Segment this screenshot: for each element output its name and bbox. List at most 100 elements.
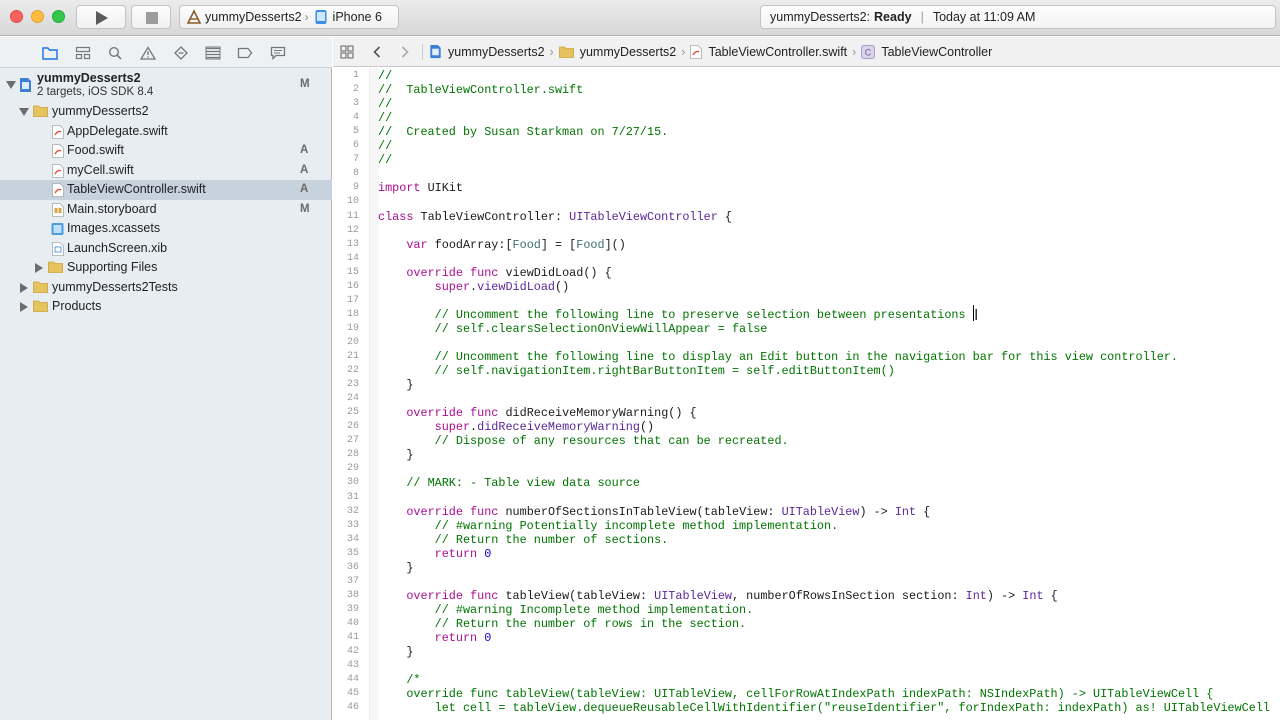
test-diamond-icon[interactable] (172, 44, 190, 62)
breadcrumb-file[interactable]: TableViewController.swift (690, 45, 847, 59)
warning-icon[interactable] (139, 44, 157, 62)
forward-arrow-icon[interactable] (394, 41, 416, 63)
code-line[interactable]: return 0 (378, 631, 492, 645)
device-icon (313, 9, 329, 25)
code-token: TableViewController: (413, 209, 570, 224)
file-row[interactable]: Main.storyboard M (0, 200, 332, 220)
code-line[interactable]: import UIKit (378, 181, 463, 195)
code-token: 0 (484, 631, 492, 645)
group-row[interactable]: Products (0, 297, 332, 317)
file-row[interactable]: Food.swift A (0, 141, 332, 161)
breadcrumb-label: yummyDesserts2 (448, 44, 545, 59)
code-line[interactable]: // (378, 69, 392, 83)
code-line[interactable]: // (378, 111, 392, 125)
code-token: } (378, 560, 414, 575)
code-token: return (434, 546, 478, 561)
code-line[interactable]: // Created by Susan Starkman on 7/27/15. (378, 125, 668, 139)
scheme-selector[interactable]: yummyDesserts2 › iPhone 6 (179, 5, 399, 29)
code-token: class (378, 209, 414, 224)
file-row[interactable]: myCell.swift A (0, 161, 332, 181)
code-line[interactable]: return 0 (378, 546, 492, 561)
code-line[interactable]: class TableViewController: UITableViewCo… (378, 210, 732, 224)
folder-icon (33, 300, 48, 312)
line-number: 17 (346, 294, 359, 306)
file-row[interactable]: Images.xcassets (0, 219, 332, 239)
code-line[interactable]: override func tableView(tableView: UITab… (378, 687, 1213, 701)
close-window-button[interactable] (10, 10, 23, 23)
code-line[interactable]: // #warning Potentially incomplete metho… (378, 519, 839, 533)
disclosure-open-icon[interactable] (6, 81, 16, 89)
group-row[interactable]: Supporting Files (0, 258, 332, 278)
related-items-grid-icon[interactable] (336, 41, 358, 63)
code-line[interactable]: var foodArray:[Food] = [Food]() (378, 238, 626, 252)
folder-navigator-icon[interactable] (41, 44, 59, 62)
file-row-selected[interactable]: TableViewController.swift A (0, 180, 332, 200)
code-line[interactable]: // Return the number of rows in the sect… (378, 617, 747, 631)
code-line[interactable]: // (378, 97, 392, 111)
code-line[interactable]: // MARK: - Table view data source (378, 476, 640, 490)
back-arrow-icon[interactable] (366, 41, 388, 63)
xcodeproj-icon (20, 78, 31, 92)
breadcrumb-group[interactable]: yummyDesserts2 (558, 45, 676, 59)
code-line[interactable]: } (378, 561, 413, 575)
disclosure-closed-icon[interactable] (35, 263, 43, 273)
report-bubble-icon[interactable] (269, 44, 287, 62)
code-line[interactable]: super.viewDidLoad() (378, 280, 570, 294)
tree-item-label: myCell.swift (67, 162, 134, 177)
disclosure-closed-icon[interactable] (20, 302, 28, 312)
code-line[interactable]: // TableViewController.swift (378, 83, 583, 97)
disclosure-closed-icon[interactable] (20, 282, 28, 293)
code-line[interactable]: /* (378, 673, 420, 687)
code-line[interactable]: } (378, 645, 413, 659)
code-line[interactable]: // self.navigationItem.rightBarButtonIte… (378, 364, 895, 378)
group-row[interactable]: yummyDesserts2 (0, 102, 332, 122)
search-icon[interactable] (106, 44, 124, 62)
run-button[interactable] (76, 5, 126, 29)
code-line[interactable]: let cell = tableView.dequeueReusableCell… (378, 701, 1270, 715)
code-line[interactable]: override func didReceiveMemoryWarning() … (378, 406, 696, 420)
code-line[interactable]: // Return the number of sections. (378, 533, 669, 547)
tree-item-label: LaunchScreen.xib (67, 240, 168, 255)
line-number: 8 (352, 168, 359, 180)
group-row[interactable]: yummyDesserts2Tests (0, 278, 332, 298)
code-line[interactable]: // Dispose of any resources that can be … (378, 434, 789, 448)
breakpoint-icon[interactable] (236, 44, 254, 62)
code-line[interactable]: // (378, 153, 392, 167)
code-token: func (470, 504, 499, 519)
minimize-window-button[interactable] (31, 10, 44, 23)
code-line[interactable]: super.didReceiveMemoryWarning() (378, 420, 655, 434)
zoom-window-button[interactable] (52, 10, 65, 23)
code-line[interactable]: // self.clearsSelectionOnViewWillAppear … (378, 322, 768, 336)
code-token: { (717, 209, 732, 224)
code-token: // (378, 139, 393, 154)
file-row[interactable]: AppDelegate.swift (0, 122, 332, 142)
code-token: } (378, 378, 414, 393)
code-line[interactable]: override func tableView(tableView: UITab… (378, 588, 1057, 603)
code-line[interactable]: override func viewDidLoad() { (378, 266, 611, 280)
line-number: 30 (346, 477, 359, 489)
breadcrumb-project[interactable]: yummyDesserts2 (429, 44, 545, 59)
code-line[interactable]: // Uncomment the following line to prese… (378, 308, 966, 322)
disclosure-open-icon[interactable] (19, 108, 29, 116)
source-editor[interactable]: 1 2 3 4 5 6 7 8 9 10 11 12 13 14 15 16 17 18 19 20 21 22 23 24 2… (333, 68, 1280, 720)
code-line[interactable]: } (378, 448, 413, 462)
code-line[interactable]: } (378, 378, 413, 392)
code-line[interactable]: override func numberOfSectionsInTableVie… (378, 505, 930, 519)
debug-list-icon[interactable] (204, 44, 222, 62)
code-line[interactable]: // Uncomment the following line to displ… (378, 350, 1178, 364)
code-token: Int (1022, 588, 1044, 603)
line-number: 20 (346, 336, 359, 348)
stop-button[interactable] (131, 5, 171, 29)
code-token: Int (894, 504, 917, 519)
code-line[interactable]: // (378, 139, 392, 153)
file-row[interactable]: LaunchScreen.xib (0, 239, 332, 259)
breadcrumb-symbol[interactable]: C TableViewController (861, 44, 992, 59)
code-line[interactable]: // #warning Incomplete method implementa… (378, 603, 754, 617)
line-number: 15 (346, 266, 359, 278)
symbol-navigator-icon[interactable] (74, 44, 92, 62)
line-number: 13 (346, 238, 359, 250)
project-root-row[interactable]: yummyDesserts2 2 targets, iOS SDK 8.4 M (0, 71, 332, 100)
